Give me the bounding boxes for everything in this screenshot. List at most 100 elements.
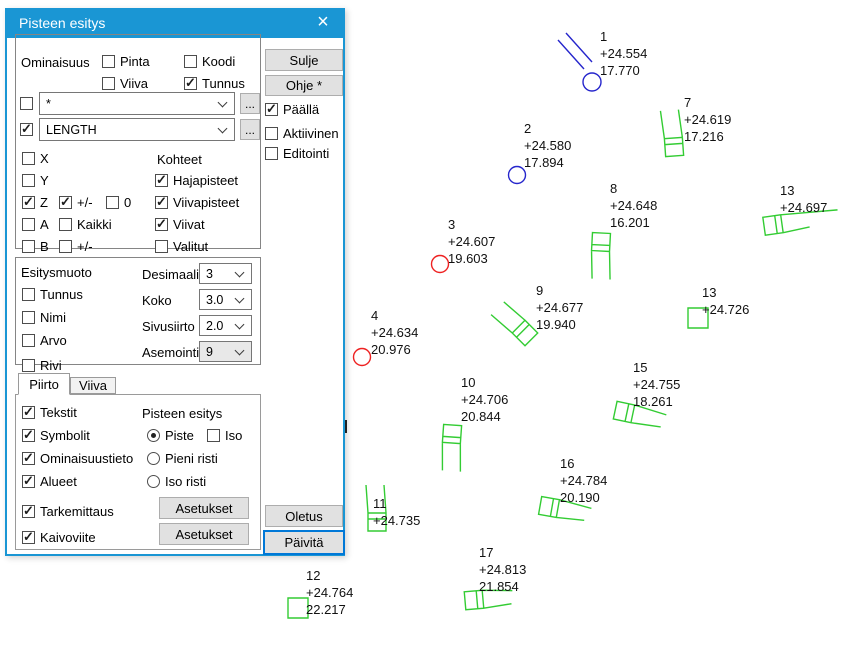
point-label-line: +24.784 xyxy=(560,472,607,489)
radio-iso-risti[interactable]: Iso risti xyxy=(147,474,206,489)
checkbox-filter2[interactable] xyxy=(20,122,33,136)
point-label-line: +24.554 xyxy=(600,45,647,62)
checkbox-z[interactable]: Z xyxy=(22,195,48,210)
checkbox-iso[interactable]: Iso xyxy=(207,428,242,443)
chevron-down-icon xyxy=(235,345,245,355)
checkbox-kaivoviite[interactable]: Kaivoviite xyxy=(22,530,96,545)
point-label: 17+24.81321.854 xyxy=(479,544,526,595)
asetukset1-button[interactable]: Asetukset xyxy=(159,497,249,519)
checkbox-box xyxy=(22,406,35,419)
close-button[interactable]: × xyxy=(309,8,337,36)
desimaalit-combobox[interactable]: 3 xyxy=(199,263,252,284)
point-label-line: 20.190 xyxy=(560,489,607,506)
checkbox-box xyxy=(22,505,35,518)
chevron-down-icon xyxy=(235,267,245,277)
radio-pieni-risti[interactable]: Pieni risti xyxy=(147,451,218,466)
checkbox-nimi[interactable]: Nimi xyxy=(22,310,66,325)
checkbox-box xyxy=(155,196,168,209)
oletus-button[interactable]: Oletus xyxy=(265,505,343,527)
checkbox-tunnus[interactable]: Tunnus xyxy=(184,76,245,91)
point-label-line: 17 xyxy=(479,544,526,561)
filter1-more-button[interactable]: ... xyxy=(240,93,260,114)
point-label: 9+24.67719.940 xyxy=(536,282,583,333)
point-label-line: +24.755 xyxy=(633,376,680,393)
point-label-line: 13 xyxy=(780,182,827,199)
checkbox-valitut[interactable]: Valitut xyxy=(155,239,208,254)
checkbox-box xyxy=(265,103,278,116)
checkbox-tarkemittaus[interactable]: Tarkemittaus xyxy=(22,504,114,519)
point-symbol-flag[interactable] xyxy=(590,233,612,280)
point-symbol-circle[interactable] xyxy=(432,256,449,273)
checkbox-z-plusminus[interactable]: +/- xyxy=(59,195,93,210)
point-label-line: 3 xyxy=(448,216,495,233)
checkbox-ominaisuustieto[interactable]: Ominaisuustieto xyxy=(22,451,133,466)
checkbox-box xyxy=(155,218,168,231)
checkbox-box xyxy=(22,475,35,488)
point-symbol-circle[interactable] xyxy=(509,167,526,184)
checkbox-viiva[interactable]: Viiva xyxy=(102,76,148,91)
checkbox-filter1[interactable] xyxy=(20,96,33,110)
radio-piste[interactable]: Piste xyxy=(147,428,194,443)
esitysmuoto-label: Esitysmuoto xyxy=(21,265,92,280)
checkbox-x[interactable]: X xyxy=(22,151,49,166)
point-label-line: 19.603 xyxy=(448,250,495,267)
checkbox-z-zero[interactable]: 0 xyxy=(106,195,131,210)
checkbox-box xyxy=(22,531,35,544)
ohje-button[interactable]: Ohje * xyxy=(265,75,343,96)
checkbox-a[interactable]: A xyxy=(22,217,49,232)
checkbox-tunnus-esitys[interactable]: Tunnus xyxy=(22,287,83,302)
point-symbol-flag[interactable] xyxy=(491,300,538,347)
radio-circle xyxy=(147,475,160,488)
koko-combobox[interactable]: 3.0 xyxy=(199,289,252,310)
checkbox-pinta[interactable]: Pinta xyxy=(102,54,150,69)
checkbox-aktiivinen[interactable]: Aktiivinen xyxy=(265,126,339,141)
kohteet-label: Kohteet xyxy=(157,152,202,167)
checkbox-editointi[interactable]: Editointi xyxy=(265,146,329,161)
point-symbol-circle[interactable] xyxy=(354,349,371,366)
filter1-combobox[interactable]: * xyxy=(39,92,235,115)
asemointi-combobox[interactable]: 9 xyxy=(199,341,252,362)
checkbox-koodi[interactable]: Koodi xyxy=(184,54,235,69)
checkbox-b-plusminus[interactable]: +/- xyxy=(59,239,93,254)
checkbox-tekstit[interactable]: Tekstit xyxy=(22,405,77,420)
checkbox-box xyxy=(20,97,33,110)
sulje-button[interactable]: Sulje xyxy=(265,49,343,71)
checkbox-symbolit[interactable]: Symbolit xyxy=(22,428,90,443)
point-label: 3+24.60719.603 xyxy=(448,216,495,267)
point-symbol-flag[interactable] xyxy=(660,109,683,156)
point-label-line: +24.706 xyxy=(461,391,508,408)
checkbox-arvo[interactable]: Arvo xyxy=(22,333,67,348)
paivita-button[interactable]: Päivitä xyxy=(263,530,345,555)
checkbox-box xyxy=(22,288,35,301)
filter2-combobox[interactable]: LENGTH xyxy=(39,118,235,141)
sivusiirto-combobox[interactable]: 2.0 xyxy=(199,315,252,336)
point-label-line: 9 xyxy=(536,282,583,299)
checkbox-box xyxy=(265,127,278,140)
point-label-line: +24.726 xyxy=(702,301,749,318)
radio-circle xyxy=(147,452,160,465)
filter2-more-button[interactable]: ... xyxy=(240,119,260,140)
checkbox-hajapisteet[interactable]: Hajapisteet xyxy=(155,173,238,188)
point-symbol-square[interactable] xyxy=(288,598,308,618)
asetukset2-button[interactable]: Asetukset xyxy=(159,523,249,545)
checkbox-rivi[interactable]: Rivi xyxy=(22,358,62,373)
checkbox-viivat[interactable]: Viivat xyxy=(155,217,205,232)
checkbox-box xyxy=(20,123,33,136)
point-label: 1+24.55417.770 xyxy=(600,28,647,79)
checkbox-paalla[interactable]: Päällä xyxy=(265,102,319,117)
app-window: 1+24.55417.7702+24.58017.8943+24.60719.6… xyxy=(0,0,856,651)
tab-viiva[interactable]: Viiva xyxy=(70,377,116,394)
point-symbol-flag[interactable] xyxy=(440,424,463,471)
checkbox-b[interactable]: B xyxy=(22,239,49,254)
checkbox-kaikki[interactable]: Kaikki xyxy=(59,217,112,232)
point-symbol-pipe[interactable] xyxy=(558,33,601,91)
point-label: 16+24.78420.190 xyxy=(560,455,607,506)
tab-piirto[interactable]: Piirto xyxy=(18,373,70,395)
checkbox-alueet[interactable]: Alueet xyxy=(22,474,77,489)
checkbox-viivapisteet[interactable]: Viivapisteet xyxy=(155,195,239,210)
point-label: 7+24.61917.216 xyxy=(684,94,731,145)
point-label-line: 17.770 xyxy=(600,62,647,79)
checkbox-box xyxy=(59,196,72,209)
point-label-line: 17.894 xyxy=(524,154,571,171)
checkbox-y[interactable]: Y xyxy=(22,173,49,188)
